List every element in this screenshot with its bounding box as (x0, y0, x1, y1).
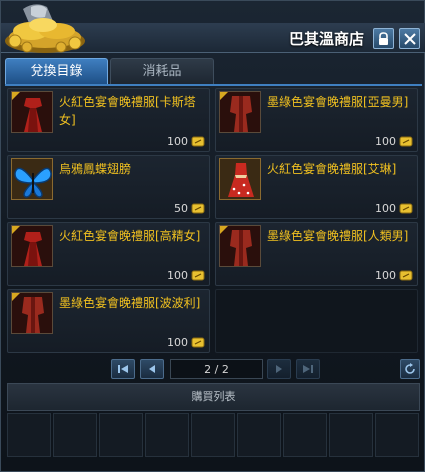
tab-divider (5, 84, 422, 86)
buyback-slot[interactable] (145, 413, 189, 457)
item-name: 火紅色宴會晚禮服[卡斯塔女] (59, 95, 196, 127)
item-price: 100 (375, 267, 413, 283)
pagination: 2 / 2 (111, 359, 323, 379)
buyback-header: 購買列表 (7, 383, 420, 411)
item-price: 100 (167, 334, 205, 350)
refresh-icon (405, 363, 415, 374)
next-page-icon (276, 365, 282, 373)
close-icon (403, 32, 416, 45)
item-price: 100 (167, 267, 205, 283)
buyback-label: 購買列表 (191, 390, 236, 403)
red-gown-icon (219, 91, 261, 133)
item-price: 100 (375, 200, 413, 216)
buyback-slot[interactable] (375, 413, 419, 457)
close-button[interactable] (399, 28, 420, 49)
item-name: 火紅色宴會晚禮服[艾琳] (267, 162, 397, 176)
buyback-slot[interactable] (99, 413, 143, 457)
tab-consumables[interactable]: 消耗品 (110, 58, 214, 84)
item-name: 烏鴉鳳蝶翅膀 (59, 162, 132, 176)
shop-window: 巴其溫商店 兌換目錄 消耗品 火紅色宴會晚禮服[卡斯塔女] 100 墨綠色宴會晚… (0, 0, 425, 472)
list-item[interactable]: 火紅色宴會晚禮服[卡斯塔女] 100 (7, 88, 210, 152)
page-indicator: 2 / 2 (170, 359, 263, 379)
refresh-button[interactable] (400, 359, 420, 379)
currency-coin-icon (191, 203, 205, 213)
currency-coin-icon (399, 203, 413, 213)
empty-item-slot (215, 289, 418, 353)
gold-coins-icon (5, 4, 85, 53)
item-name: 墨綠色宴會晚禮服[波波利] (59, 296, 201, 310)
item-name: 墨綠色宴會晚禮服[亞曼男] (267, 95, 409, 109)
tab-exchange-catalog[interactable]: 兌換目錄 (5, 58, 108, 84)
item-price: 100 (375, 133, 413, 149)
lock-icon (379, 31, 388, 45)
list-item[interactable]: 火紅色宴會晚禮服[高精女] 100 (7, 222, 210, 286)
list-item[interactable]: 烏鴉鳳蝶翅膀 50 (7, 155, 210, 219)
next-page-button[interactable] (267, 359, 291, 379)
buyback-slot[interactable] (7, 413, 51, 457)
first-page-icon (118, 365, 128, 373)
red-gown-icon (11, 292, 53, 334)
currency-coin-icon (191, 270, 205, 280)
red-gown-icon (11, 91, 53, 133)
currency-coin-icon (399, 270, 413, 280)
list-item[interactable]: 墨綠色宴會晚禮服[亞曼男] 100 (215, 88, 418, 152)
lock-button[interactable] (373, 28, 394, 49)
last-page-icon (303, 365, 313, 373)
currency-coin-icon (399, 136, 413, 146)
buyback-slot[interactable] (329, 413, 373, 457)
last-page-button[interactable] (296, 359, 320, 379)
list-item[interactable]: 火紅色宴會晚禮服[艾琳] 100 (215, 155, 418, 219)
prev-page-button[interactable] (140, 359, 164, 379)
butterfly-wings-icon (11, 158, 53, 200)
item-name: 火紅色宴會晚禮服[高精女] (59, 229, 201, 243)
item-price: 100 (167, 133, 205, 149)
list-item[interactable]: 墨綠色宴會晚禮服[人類男] 100 (215, 222, 418, 286)
buyback-slot[interactable] (237, 413, 281, 457)
item-name: 墨綠色宴會晚禮服[人類男] (267, 229, 409, 243)
buyback-slot[interactable] (53, 413, 97, 457)
first-page-button[interactable] (111, 359, 135, 379)
red-gown-icon (11, 225, 53, 267)
currency-coin-icon (191, 136, 205, 146)
window-title: 巴其溫商店 (288, 30, 364, 48)
red-gown-icon (219, 225, 261, 267)
buyback-slot[interactable] (283, 413, 327, 457)
list-item[interactable]: 墨綠色宴會晚禮服[波波利] 100 (7, 289, 210, 353)
buyback-slot[interactable] (191, 413, 235, 457)
buyback-slots (7, 413, 420, 472)
currency-coin-icon (191, 337, 205, 347)
prev-page-icon (149, 365, 155, 373)
red-dress-icon (219, 158, 261, 200)
item-price: 50 (174, 200, 205, 216)
item-grid: 火紅色宴會晚禮服[卡斯塔女] 100 墨綠色宴會晚禮服[亞曼男] 100 烏鴉鳳… (7, 88, 420, 354)
